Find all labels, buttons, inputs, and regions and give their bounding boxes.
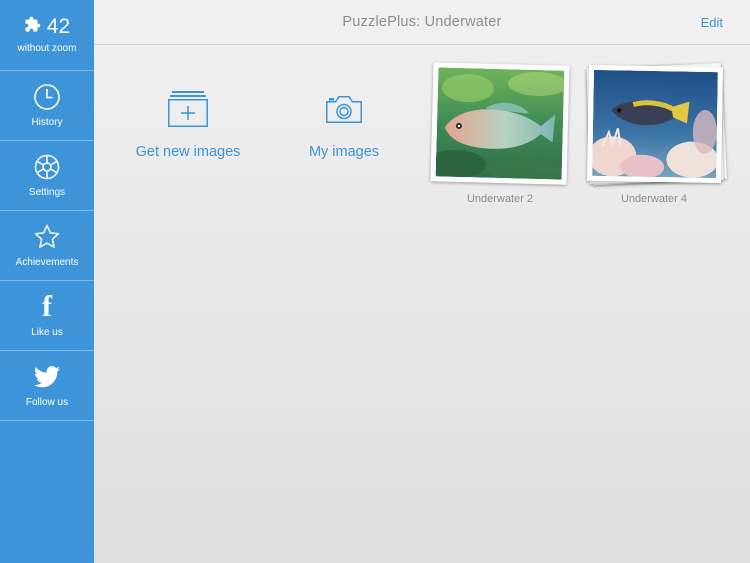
sidebar-item-settings[interactable]: Settings: [0, 141, 94, 211]
navigation-bar: PuzzlePlus: Underwater Edit: [94, 0, 750, 45]
sidebar-item-achievements[interactable]: Achievements: [0, 211, 94, 281]
edit-button[interactable]: Edit: [701, 15, 723, 30]
puzzle-image: [586, 64, 724, 184]
twitter-icon: [33, 363, 61, 391]
sidebar-item-label: Achievements: [15, 257, 79, 268]
sidebar-item-label: History: [31, 117, 63, 128]
get-new-images-label: Get new images: [135, 144, 241, 160]
camera-icon: [324, 90, 364, 133]
puzzle-image: [430, 62, 570, 185]
sidebar-item-label: Follow us: [25, 397, 69, 408]
my-images-label: My images: [308, 144, 380, 160]
sidebar-item-follow-us[interactable]: Follow us: [0, 351, 94, 421]
add-image-icon: [166, 90, 210, 133]
get-new-images-button[interactable]: Get new images: [134, 90, 242, 160]
sidebar: 42 without zoom History Settings Achieve…: [0, 0, 94, 563]
gear-icon: [33, 153, 61, 181]
score-label: without zoom: [17, 43, 77, 54]
sidebar-item-label: Like us: [31, 327, 63, 338]
score-panel: 42 without zoom: [0, 0, 94, 71]
my-images-button[interactable]: My images: [306, 90, 382, 160]
main-area: PuzzlePlus: Underwater Edit Get new imag…: [94, 0, 750, 563]
sidebar-item-history[interactable]: History: [0, 71, 94, 141]
puzzle-title: Underwater 2: [466, 193, 534, 205]
page-title: PuzzlePlus: Underwater: [342, 14, 502, 30]
facebook-icon: f: [42, 290, 52, 323]
puzzle-title: Underwater 4: [620, 193, 688, 205]
star-icon: [33, 223, 61, 251]
sidebar-item-label: Settings: [28, 187, 66, 198]
puzzle-piece-icon: [24, 16, 41, 38]
clock-icon: [33, 83, 61, 111]
sidebar-item-like-us[interactable]: f Like us: [0, 281, 94, 351]
score-value: 42: [46, 15, 71, 38]
